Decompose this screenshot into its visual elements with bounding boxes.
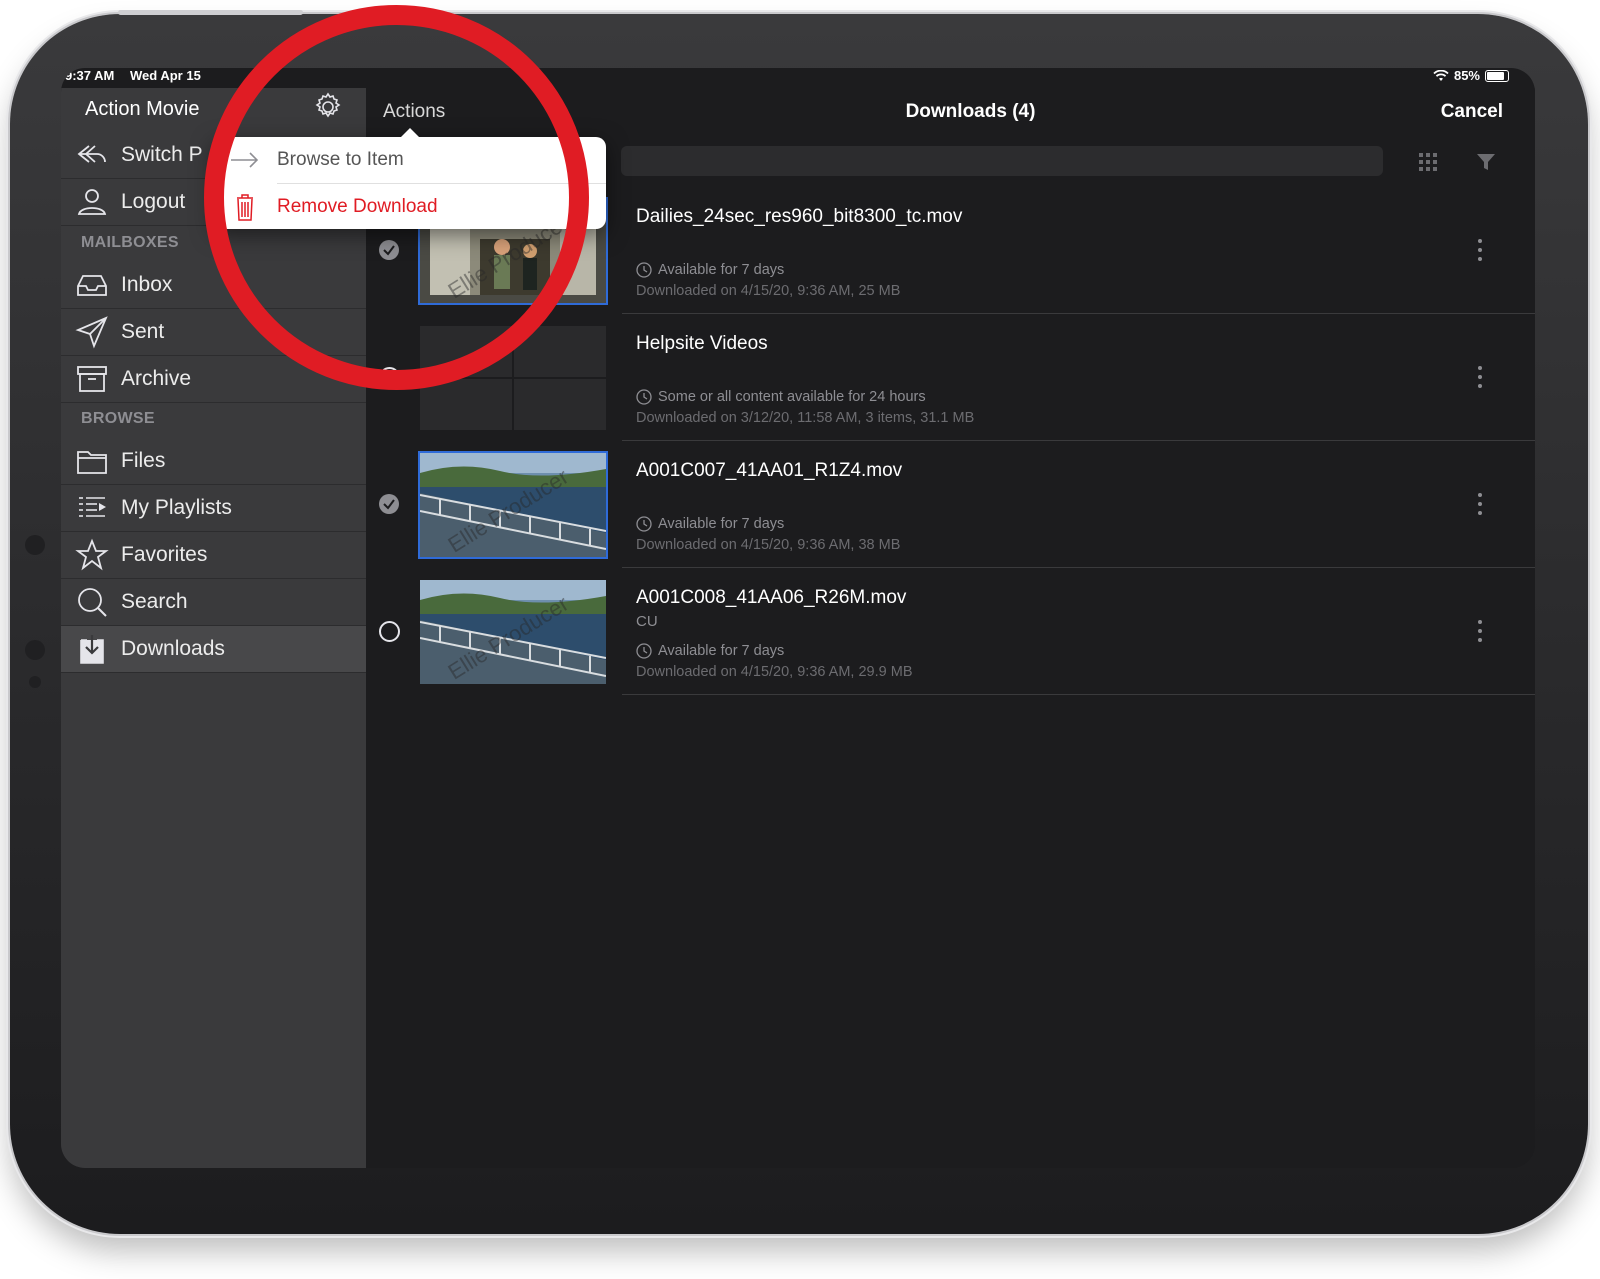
section-header-browse: BROWSE bbox=[81, 410, 155, 427]
download-info: Downloaded on 4/15/20, 9:36 AM, 25 MB bbox=[636, 283, 901, 299]
sidebar-item-label: Favorites bbox=[121, 543, 208, 566]
sidebar-item-label: Inbox bbox=[121, 273, 173, 296]
filter-icon[interactable] bbox=[1476, 152, 1496, 172]
availability: Available for 7 days bbox=[636, 262, 784, 278]
section-header-mailboxes: MAILBOXES bbox=[81, 234, 179, 251]
selection-checkbox[interactable] bbox=[379, 494, 399, 514]
highlight-ring bbox=[204, 5, 589, 390]
battery-percent: 85% bbox=[1453, 68, 1480, 83]
project-title: Action Movie bbox=[85, 98, 200, 120]
more-icon[interactable] bbox=[1476, 364, 1484, 390]
selection-checkbox[interactable] bbox=[379, 621, 400, 642]
camera-dot bbox=[25, 640, 45, 660]
item-name: A001C008_41AA06_R26M.mov bbox=[636, 587, 907, 608]
list-item[interactable]: Ellie Producer A001C008_41AA06_R26M.mov … bbox=[366, 568, 1535, 695]
volume-button bbox=[185, 10, 303, 15]
availability-text: Available for 7 days bbox=[658, 643, 785, 659]
sidebar-item-label: Switch P bbox=[121, 143, 203, 166]
download-info: Downloaded on 4/15/20, 9:36 AM, 29.9 MB bbox=[636, 664, 913, 680]
clock-icon bbox=[636, 262, 652, 278]
row-divider bbox=[622, 694, 1535, 695]
switch-icon bbox=[77, 145, 106, 163]
download-info: Downloaded on 3/12/20, 11:58 AM, 3 items… bbox=[636, 410, 975, 426]
camera-dot bbox=[25, 535, 45, 555]
archive-icon bbox=[77, 366, 107, 392]
availability: Available for 7 days bbox=[636, 643, 784, 659]
availability-text: Available for 7 days bbox=[658, 516, 785, 532]
folder-icon bbox=[77, 451, 107, 474]
item-subtitle: CU bbox=[636, 613, 658, 630]
download-info: Downloaded on 4/15/20, 9:36 AM, 38 MB bbox=[636, 537, 901, 553]
thumbnail: Ellie Producer bbox=[420, 580, 606, 684]
clock-icon bbox=[636, 389, 652, 405]
status-time: 9:37 AM bbox=[65, 68, 115, 83]
sidebar-item-favorites[interactable]: Favorites bbox=[61, 532, 366, 579]
sidebar-item-label: My Playlists bbox=[121, 496, 232, 519]
cancel-button[interactable]: Cancel bbox=[1441, 101, 1503, 123]
grid-view-icon[interactable] bbox=[1418, 152, 1438, 172]
clock-icon bbox=[636, 516, 652, 532]
sidebar-item-label: Archive bbox=[121, 367, 192, 390]
sidebar-item-files[interactable]: Files bbox=[61, 438, 366, 485]
sidebar-item-label: Files bbox=[121, 449, 166, 472]
sidebar-item-search[interactable]: Search bbox=[61, 579, 366, 626]
status-indicators: 85% bbox=[1433, 68, 1509, 83]
star-icon bbox=[75, 538, 109, 571]
sidebar-item-label: Sent bbox=[121, 320, 165, 343]
search-input[interactable] bbox=[621, 146, 1383, 176]
send-icon bbox=[75, 316, 108, 349]
sidebar-item-label: Downloads bbox=[121, 637, 225, 660]
battery-icon bbox=[1485, 69, 1509, 82]
item-name: Dailies_24sec_res960_bit8300_tc.mov bbox=[636, 206, 963, 227]
availability-text: Some or all content available for 24 hou… bbox=[658, 389, 926, 405]
availability: Available for 7 days bbox=[636, 516, 784, 532]
more-icon[interactable] bbox=[1476, 237, 1484, 263]
camera-dot bbox=[29, 676, 41, 688]
status-date: Wed Apr 15 bbox=[130, 68, 201, 83]
inbox-icon bbox=[77, 275, 107, 296]
sidebar-item-label: Logout bbox=[121, 190, 186, 213]
checkmark-icon bbox=[383, 499, 395, 510]
search-icon bbox=[78, 588, 107, 617]
more-icon[interactable] bbox=[1476, 618, 1484, 644]
sidebar-item-downloads[interactable]: Downloads bbox=[61, 626, 366, 673]
more-icon[interactable] bbox=[1476, 491, 1484, 517]
sidebar-item-label: Search bbox=[121, 590, 188, 613]
sidebar-item-my-playlists[interactable]: My Playlists bbox=[61, 485, 366, 532]
wifi-icon bbox=[1433, 69, 1449, 81]
clock-icon bbox=[636, 643, 652, 659]
item-name: A001C007_41AA01_R1Z4.mov bbox=[636, 460, 903, 481]
user-icon bbox=[77, 189, 107, 215]
availability: Some or all content available for 24 hou… bbox=[636, 389, 926, 405]
list-item[interactable]: Helpsite Videos Some or all content avai… bbox=[366, 314, 1535, 441]
availability-text: Available for 7 days bbox=[658, 262, 785, 278]
download-icon bbox=[80, 635, 104, 664]
thumbnail: Ellie Producer bbox=[420, 453, 606, 557]
list-item[interactable]: Ellie Producer A001C007_41AA01_R1Z4.mov … bbox=[366, 441, 1535, 568]
playlist-icon bbox=[79, 497, 106, 517]
item-name: Helpsite Videos bbox=[636, 333, 768, 354]
